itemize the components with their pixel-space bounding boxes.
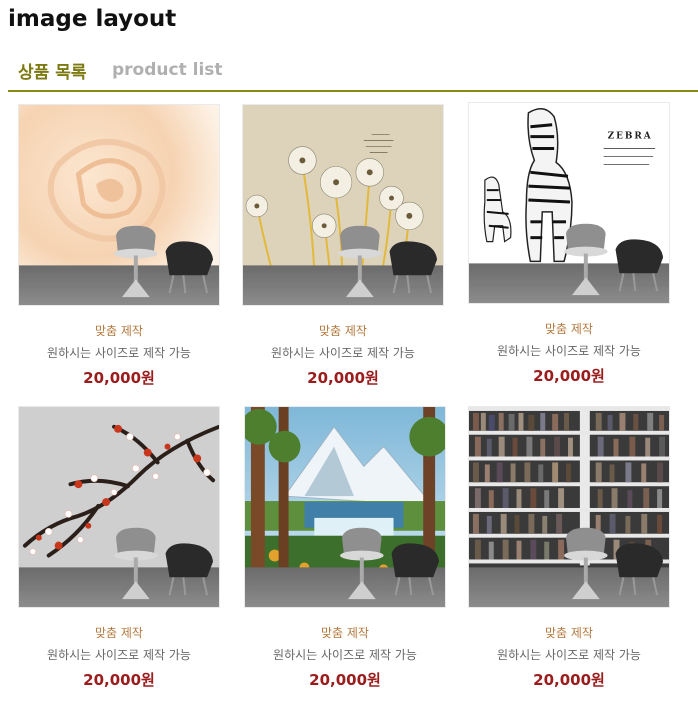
page-title: image layout [8,6,177,32]
product-description: 원하시는 사이즈로 제작 가능 [497,344,641,358]
product-card[interactable]: 맞춤 제작 원하시는 사이즈로 제작 가능 20,000원 [18,104,220,388]
product-card[interactable]: 맞춤 제작 원하시는 사이즈로 제작 가능 20,000원 [468,406,670,690]
bookshelf-wallpaper-image[interactable] [468,406,670,608]
product-tag: 맞춤 제작 [319,324,367,338]
product-tag: 맞춤 제작 [545,322,593,336]
product-description: 원하시는 사이즈로 제작 가능 [273,648,417,662]
product-description: 원하시는 사이즈로 제작 가능 [497,648,641,662]
zebra-image-text: ZEBRA [608,132,653,142]
product-description: 원하시는 사이즈로 제작 가능 [47,648,191,662]
product-description: 원하시는 사이즈로 제작 가능 [271,346,415,360]
product-price: 20,000원 [533,671,605,689]
dandelion-wallpaper-image[interactable] [242,104,444,306]
section-title-korean: 상품 목록 [18,63,87,83]
product-card[interactable]: 맞춤 제작 원하시는 사이즈로 제작 가능 20,000원 [18,406,220,690]
product-card[interactable]: 맞춤 제작 원하시는 사이즈로 제작 가능 20,000원 [242,104,444,388]
landscape-painting-wallpaper-image[interactable] [244,406,446,608]
product-price: 20,000원 [533,367,605,385]
product-tag: 맞춤 제작 [95,626,143,640]
product-description: 원하시는 사이즈로 제작 가능 [47,346,191,360]
plum-blossom-wallpaper-image[interactable] [18,406,220,608]
product-price: 20,000원 [83,369,155,387]
section-header: 상품 목록 product list [8,58,698,92]
product-price: 20,000원 [307,369,379,387]
product-price: 20,000원 [83,671,155,689]
section-title-english: product list [112,60,223,80]
product-tag: 맞춤 제작 [321,626,369,640]
rose-wallpaper-image[interactable] [18,104,220,306]
product-card[interactable]: ZEBRA 맞춤 제작 원하시는 사이즈로 제작 가능 20,000원 [468,102,670,386]
product-card[interactable]: 맞춤 제작 원하시는 사이즈로 제작 가능 20,000원 [244,406,446,690]
product-price: 20,000원 [309,671,381,689]
zebra-wallpaper-image[interactable]: ZEBRA [468,102,670,304]
product-tag: 맞춤 제작 [545,626,593,640]
product-tag: 맞춤 제작 [95,324,143,338]
